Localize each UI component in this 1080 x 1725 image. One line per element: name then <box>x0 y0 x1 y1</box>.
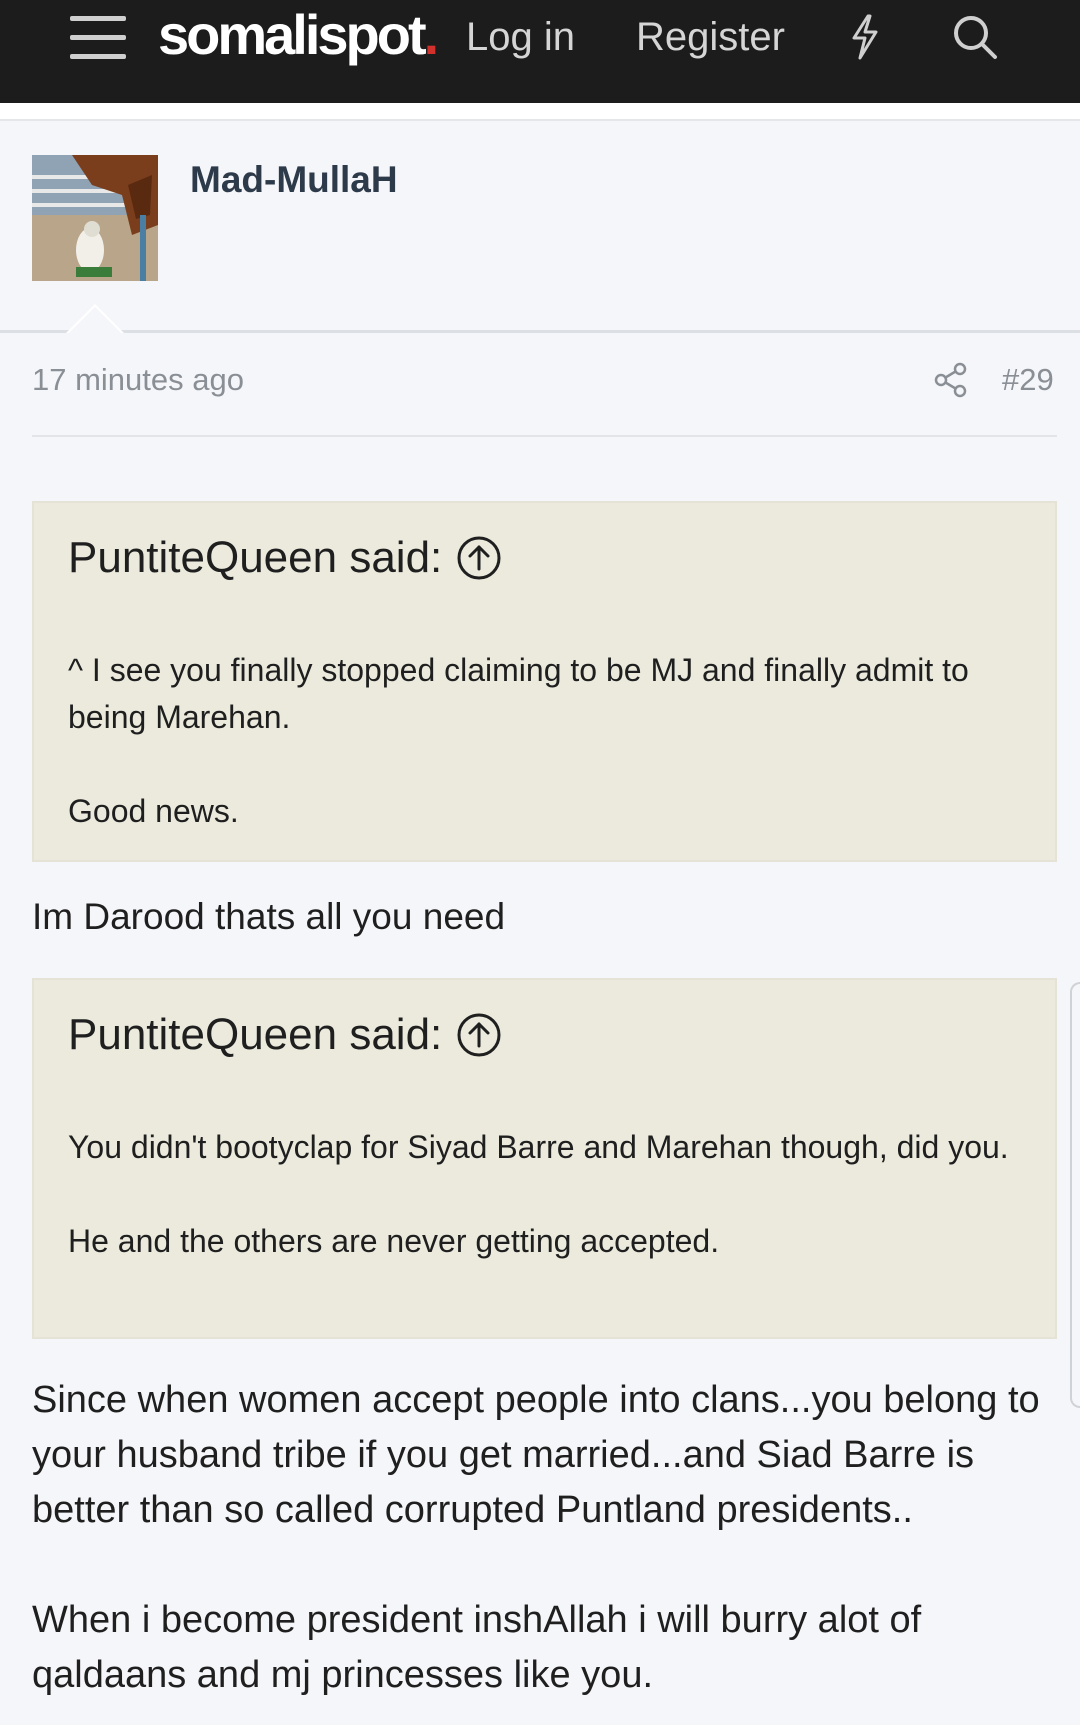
register-link[interactable]: Register <box>636 12 785 62</box>
post-timestamp[interactable]: 17 minutes ago <box>32 362 244 398</box>
share-icon[interactable] <box>934 362 968 398</box>
quote-line: You didn't bootyclap for Siyad Barre and… <box>68 1129 1009 1165</box>
quote-line: Good news. <box>68 793 239 829</box>
quote-block: PuntiteQueen said: ^ I see you finally s… <box>32 501 1057 862</box>
reply-paragraph: When i become president inshAllah i will… <box>32 1599 922 1696</box>
post-number-link[interactable]: #29 <box>1002 362 1054 398</box>
quote-line: ^ I see you finally stopped claiming to … <box>68 652 969 735</box>
reply-text: Im Darood thats all you need <box>32 896 506 937</box>
scrollbar[interactable] <box>1070 982 1080 1408</box>
quote-author: PuntiteQueen said: <box>68 1010 443 1059</box>
author-pointer-fill <box>69 307 121 333</box>
quote-header[interactable]: PuntiteQueen said: <box>68 533 502 583</box>
quote-body: You didn't bootyclap for Siyad Barre and… <box>68 1124 1028 1265</box>
quote-header[interactable]: PuntiteQueen said: <box>68 1010 502 1060</box>
quote-line: He and the others are never getting acce… <box>68 1223 720 1259</box>
meta-divider <box>32 435 1057 437</box>
search-icon[interactable] <box>952 14 998 60</box>
bolt-icon[interactable] <box>848 14 882 60</box>
arrow-up-circle-icon[interactable] <box>456 535 502 581</box>
post-author-block: Mad-MullaH <box>0 121 1080 333</box>
arrow-up-circle-icon[interactable] <box>456 1012 502 1058</box>
header-divider <box>0 103 1080 121</box>
reply-body: Since when women accept people into clan… <box>32 1373 1062 1703</box>
reply-paragraph: Since when women accept people into clan… <box>32 1379 1040 1531</box>
quote-body: ^ I see you finally stopped claiming to … <box>68 647 1028 835</box>
menu-icon[interactable] <box>70 16 126 60</box>
avatar[interactable] <box>32 155 158 281</box>
top-navigation-bar: somalispot. Log in Register <box>0 0 1080 103</box>
login-link[interactable]: Log in <box>466 12 575 62</box>
quote-author: PuntiteQueen said: <box>68 533 443 582</box>
post-author-name[interactable]: Mad-MullaH <box>190 159 398 201</box>
quote-block: PuntiteQueen said: You didn't bootyclap … <box>32 978 1057 1339</box>
site-logo[interactable]: somalispot. <box>158 0 439 70</box>
